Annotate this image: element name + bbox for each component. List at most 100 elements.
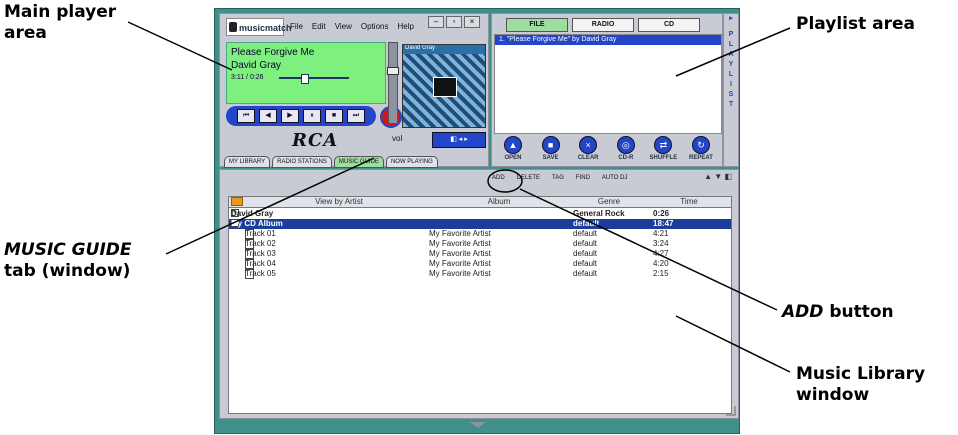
menu-file[interactable]: File (290, 22, 303, 31)
resize-grip-icon[interactable] (726, 406, 736, 416)
rewind-button[interactable]: ◀ (259, 109, 277, 123)
row-album: My Favorite Artist (429, 249, 491, 258)
row-name: Track 01 (245, 229, 276, 238)
table-row[interactable]: Track 03 My Favorite Artist default 4:27 (229, 249, 731, 259)
shuffle-button[interactable]: ⇄ SHUFFLE (646, 136, 680, 161)
playlist-item[interactable]: 1. "Please Forgive Me" by David Gray (495, 35, 721, 45)
menu-view[interactable]: View (335, 22, 352, 31)
callout-playlist: Playlist area (796, 14, 915, 35)
minimize-icon[interactable]: – (428, 16, 444, 28)
seek-bar[interactable] (279, 74, 349, 84)
header-time[interactable]: Time (649, 197, 729, 207)
stop-button[interactable]: ■ (325, 109, 343, 123)
main-player-area: musicmatch File Edit View Options Help –… (219, 13, 489, 168)
callout-main-player-text: Main player area (4, 2, 117, 43)
expand-down-icon[interactable] (470, 422, 486, 428)
row-genre: default (573, 259, 598, 268)
header-genre[interactable]: Genre (569, 197, 649, 207)
row-album: My Favorite Artist (429, 239, 491, 248)
pause-button[interactable]: ⏸ (303, 109, 321, 123)
cdr-label: CD-R (618, 155, 634, 161)
side-strip-letters: P L A Y L I S T (724, 30, 738, 110)
table-row[interactable]: + David Gray General Rock 0:26 (229, 209, 731, 219)
side-letter: P (728, 31, 734, 38)
shuffle-icon: ⇄ (654, 136, 673, 154)
callout-playlist-text: Playlist area (796, 14, 915, 34)
row-genre: default (573, 229, 598, 238)
seek-knob[interactable] (301, 74, 309, 84)
row-album: My Favorite Artist (429, 229, 491, 238)
app-logo: musicmatch (226, 18, 292, 36)
track-time: 3:11 / 0:26 (231, 74, 264, 81)
row-time: 4:20 (653, 259, 669, 268)
menu-options[interactable]: Options (361, 22, 389, 31)
play-button[interactable]: ▶ (281, 109, 299, 123)
row-name: Track 03 (245, 249, 276, 258)
volume-knob[interactable] (387, 67, 399, 75)
save-button[interactable]: ■ SAVE (534, 136, 568, 161)
delete-button[interactable]: DELETE (515, 174, 542, 182)
row-name: Track 02 (245, 239, 276, 248)
album-art-title: David Gray (405, 45, 436, 51)
clear-button[interactable]: × CLEAR (571, 136, 605, 161)
side-letter: I (730, 81, 732, 88)
row-name: Track 05 (245, 269, 276, 278)
volume-slider[interactable] (387, 42, 399, 124)
next-button[interactable]: ⏭ (347, 109, 365, 123)
player-tabs: MY LIBRARY RADIO STATIONS MUSIC GUIDE NO… (224, 156, 438, 168)
repeat-icon: ↻ (691, 136, 710, 154)
callout-music-guide: MUSIC GUIDE tab (window) (4, 240, 132, 282)
find-button[interactable]: FIND (574, 174, 592, 182)
row-genre: General Rock (573, 209, 625, 218)
previous-button[interactable]: ⏮ (237, 109, 255, 123)
playlist-tab-cd[interactable]: CD (638, 18, 700, 32)
music-library-window: ADD DELETE TAG FIND AUTO DJ ▲ ▼ ◧ View b… (219, 169, 739, 428)
open-button[interactable]: ▲ OPEN (496, 136, 530, 161)
playlist-tab-file[interactable]: FILE (506, 18, 568, 32)
tab-music-guide[interactable]: MUSIC GUIDE (333, 156, 384, 168)
cdr-button[interactable]: ◎ CD-R (609, 136, 643, 161)
menu-edit[interactable]: Edit (312, 22, 326, 31)
header-view-by-artist[interactable]: View by Artist (269, 197, 409, 207)
menu-bar: File Edit View Options Help (290, 22, 414, 31)
tab-now-playing[interactable]: NOW PLAYING (385, 156, 438, 168)
track-title: Please Forgive Me (231, 47, 315, 58)
table-row[interactable]: Track 02 My Favorite Artist default 3:24 (229, 239, 731, 249)
shuffle-label: SHUFFLE (649, 155, 678, 161)
open-icon: ▲ (504, 136, 522, 154)
table-row[interactable]: Track 04 My Favorite Artist default 4:20 (229, 259, 731, 269)
row-album: My Favorite Artist (429, 259, 491, 268)
tab-my-library[interactable]: MY LIBRARY (224, 156, 271, 168)
table-row[interactable]: − My CD Album default 18:47 (229, 219, 731, 229)
restore-icon[interactable]: ▫ (446, 16, 462, 28)
playlist-tab-radio[interactable]: RADIO (572, 18, 634, 32)
callout-main-player: Main player area (4, 2, 124, 44)
header-album[interactable]: Album (429, 197, 569, 207)
auto-dj-button[interactable]: AUTO DJ (600, 174, 630, 182)
tab-radio-stations[interactable]: RADIO STATIONS (272, 156, 332, 168)
album-art-square (433, 77, 457, 97)
side-strip-collapse-icon[interactable]: ▸ (724, 14, 738, 24)
skin-controls[interactable]: ◧ ◂ ▸ (432, 132, 486, 148)
close-icon[interactable]: × (464, 16, 480, 28)
library-window-controls[interactable]: ▲ ▼ ◧ (704, 172, 732, 181)
tag-button[interactable]: TAG (550, 174, 566, 182)
volume-label: vol (392, 134, 403, 143)
add-button[interactable]: ADD (490, 174, 507, 182)
library-header: View by Artist Album Genre Time (229, 197, 731, 208)
repeat-button[interactable]: ↻ REPEAT (684, 136, 718, 161)
menu-help[interactable]: Help (397, 22, 413, 31)
musicmatch-window: musicmatch File Edit View Options Help –… (214, 8, 740, 434)
open-label: OPEN (504, 155, 522, 161)
row-time: 3:24 (653, 239, 669, 248)
side-letter: Y (728, 61, 734, 68)
callout-music-library: Music Library window (796, 364, 946, 406)
row-name: My CD Album (231, 219, 283, 228)
playlist-buttons: ▲ OPEN ■ SAVE × CLEAR ◎ CD-R ⇄ SHUFFLE ↻ REPEA… (496, 136, 718, 161)
rca-logo: RCA (292, 130, 339, 151)
table-row[interactable]: Track 01 My Favorite Artist default 4:21 (229, 229, 731, 239)
table-row[interactable]: Track 05 My Favorite Artist default 2:15 (229, 269, 731, 279)
callout-music-library-text: Music Library window (796, 364, 926, 405)
playlist-side-strip[interactable]: ▸ P L A Y L I S T (723, 13, 739, 167)
save-icon: ■ (541, 136, 560, 154)
